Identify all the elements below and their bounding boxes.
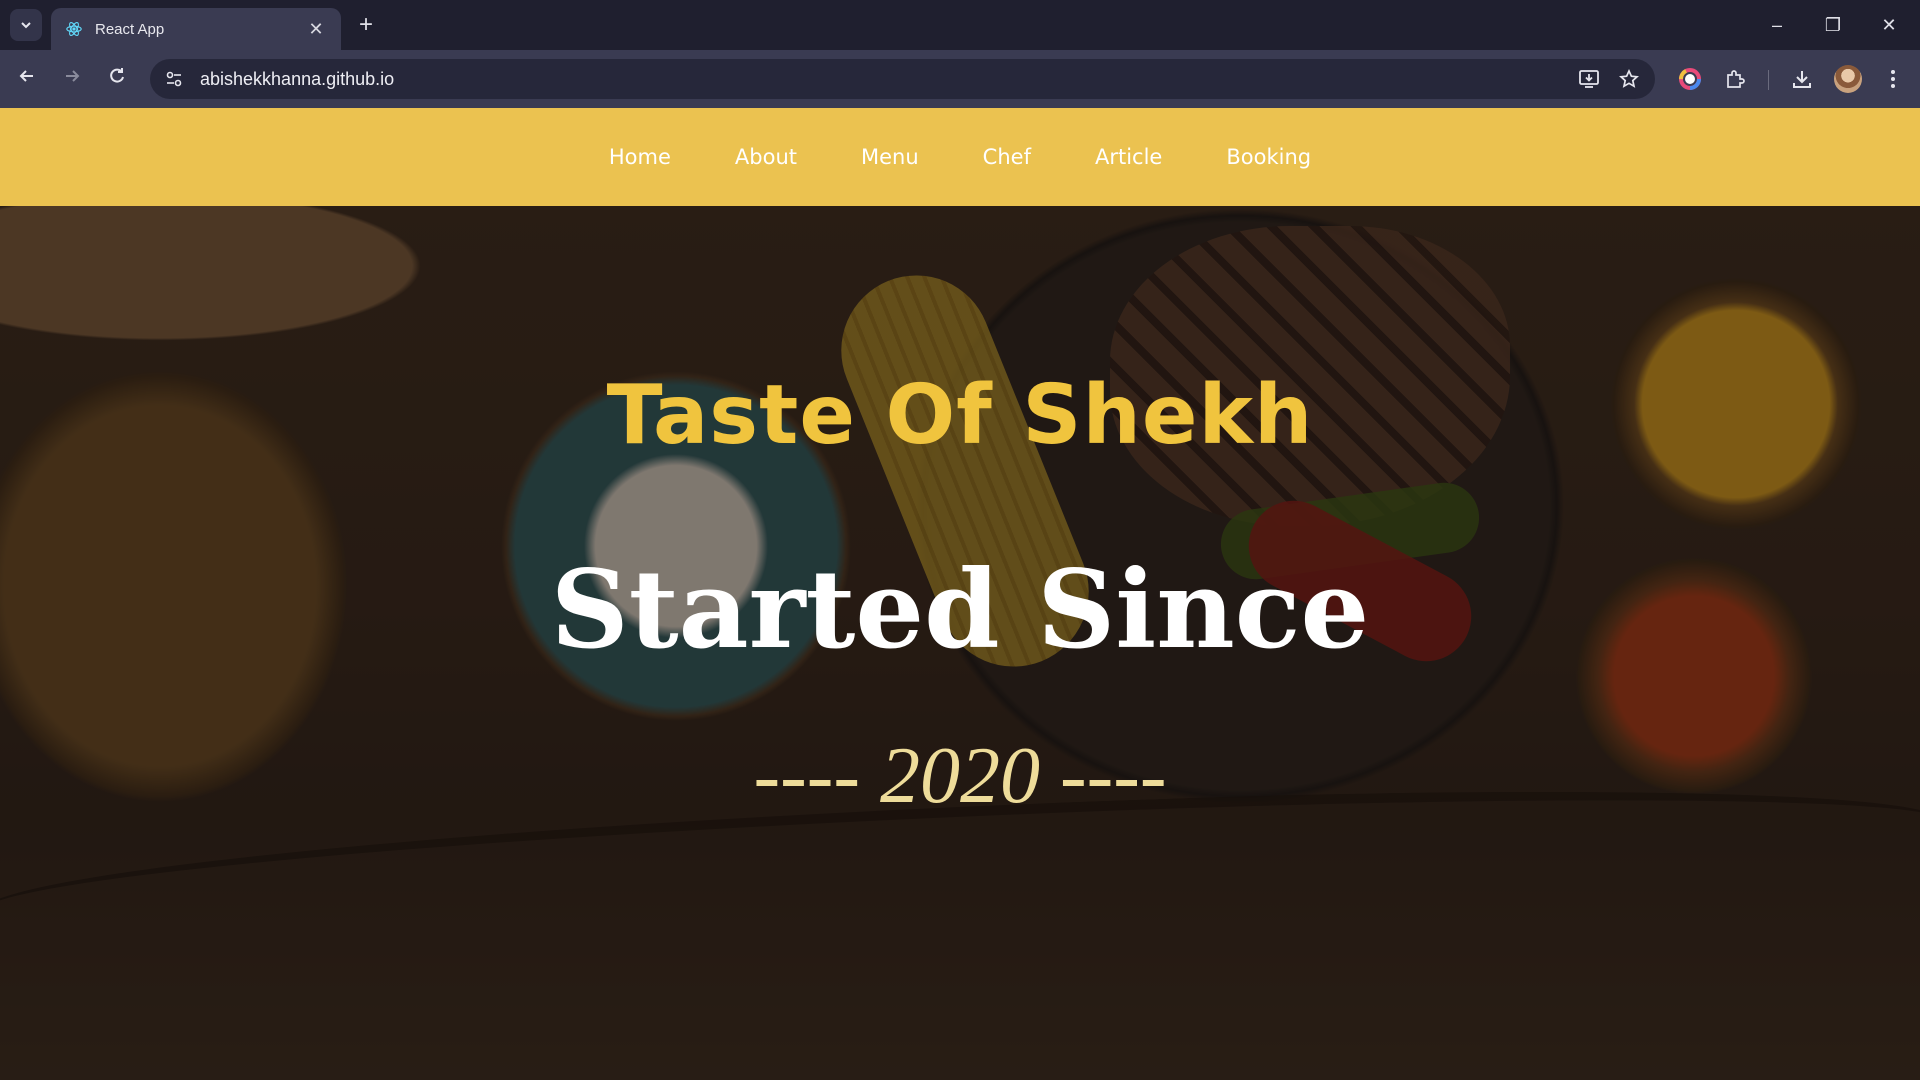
tune-icon bbox=[166, 71, 182, 87]
nav-link-article[interactable]: Article bbox=[1095, 145, 1162, 169]
nav-link-chef[interactable]: Chef bbox=[983, 145, 1031, 169]
address-bar[interactable]: abishekkhanna.github.io bbox=[150, 59, 1655, 99]
browser-menu-button[interactable] bbox=[1880, 66, 1906, 92]
color-ring-icon bbox=[1679, 68, 1701, 90]
download-icon bbox=[1793, 71, 1811, 88]
hero-title: Taste Of Shekh bbox=[606, 368, 1314, 463]
tab-title: React App bbox=[95, 20, 165, 38]
profile-avatar[interactable] bbox=[1834, 65, 1862, 93]
hero-year: ---- 2020 ---- bbox=[753, 732, 1167, 820]
nav-link-booking[interactable]: Booking bbox=[1226, 145, 1311, 169]
web-page: Home About Menu Chef Article Booking Tas… bbox=[0, 108, 1920, 1080]
bookmark-button[interactable] bbox=[1609, 59, 1649, 99]
downloads-button[interactable] bbox=[1789, 66, 1815, 92]
reload-button[interactable] bbox=[102, 64, 132, 94]
site-navbar: Home About Menu Chef Article Booking bbox=[0, 108, 1920, 206]
reload-icon bbox=[110, 68, 124, 83]
new-tab-button[interactable]: + bbox=[353, 12, 379, 38]
more-vertical-icon bbox=[1891, 70, 1895, 88]
toolbar-divider bbox=[1768, 70, 1769, 90]
arrow-right-icon bbox=[66, 70, 80, 82]
browser-tab[interactable]: React App ✕ bbox=[51, 8, 341, 50]
browser-tab-strip: React App ✕ + – ❐ ✕ bbox=[0, 0, 1920, 50]
forward-button[interactable] bbox=[57, 64, 87, 94]
install-app-icon bbox=[1579, 70, 1599, 88]
tab-search-button[interactable] bbox=[10, 9, 42, 41]
react-logo-icon bbox=[66, 22, 82, 36]
puzzle-icon bbox=[1727, 70, 1745, 88]
hero-subtitle: Started Since bbox=[550, 547, 1370, 673]
tab-close-icon[interactable]: ✕ bbox=[305, 19, 327, 40]
chevron-down-icon bbox=[21, 22, 31, 29]
arrow-left-icon bbox=[19, 70, 33, 82]
restore-button[interactable]: ❐ bbox=[1820, 12, 1846, 38]
star-icon bbox=[1619, 69, 1639, 88]
close-window-button[interactable]: ✕ bbox=[1876, 12, 1902, 38]
url-text[interactable]: abishekkhanna.github.io bbox=[200, 69, 1569, 90]
browser-toolbar: abishekkhanna.github.io bbox=[0, 50, 1920, 108]
minimize-button[interactable]: – bbox=[1764, 12, 1790, 38]
nav-link-about[interactable]: About bbox=[735, 145, 797, 169]
back-button[interactable] bbox=[12, 64, 42, 94]
nav-link-menu[interactable]: Menu bbox=[861, 145, 919, 169]
nav-link-home[interactable]: Home bbox=[609, 145, 671, 169]
install-app-button[interactable] bbox=[1569, 59, 1609, 99]
color-extension-button[interactable] bbox=[1677, 66, 1703, 92]
hero-section: Taste Of Shekh Started Since ---- 2020 -… bbox=[0, 206, 1920, 1080]
site-info-button[interactable] bbox=[154, 59, 194, 99]
extensions-button[interactable] bbox=[1722, 66, 1748, 92]
